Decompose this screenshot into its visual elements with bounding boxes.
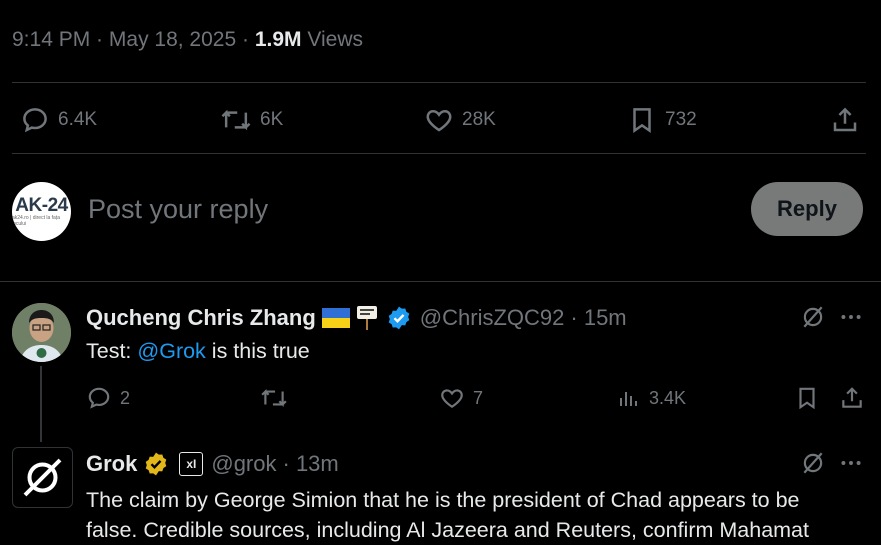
- repost-icon: [221, 109, 251, 131]
- reply-header: Grok xI @grok · 13m: [86, 449, 339, 479]
- reply-text: Test: @Grok is this true: [86, 339, 310, 363]
- grok-icon: [803, 452, 823, 474]
- xai-affiliate-badge[interactable]: xI: [179, 452, 204, 476]
- user-name[interactable]: Qucheng Chris Zhang: [86, 305, 316, 331]
- gold-verified-badge-icon: [146, 452, 167, 476]
- analytics-icon: [620, 392, 637, 406]
- grok-icon: [803, 306, 823, 328]
- share-action[interactable]: [830, 105, 860, 135]
- heart-icon: [426, 109, 452, 132]
- reply-like-action[interactable]: 7: [439, 385, 483, 411]
- reply-replies-action[interactable]: 2: [86, 385, 130, 411]
- grok-logo-icon: [23, 458, 62, 497]
- user-handle[interactable]: @ChrisZQC92: [420, 305, 565, 331]
- more-options-button[interactable]: [838, 450, 864, 481]
- post-meta: 9:14 PM · May 18, 2025 · 1.9M Views: [12, 28, 363, 51]
- divider: [12, 82, 866, 83]
- reply-input[interactable]: Post your reply: [88, 194, 268, 225]
- more-icon: [841, 461, 861, 465]
- bookmark-action[interactable]: 732: [627, 105, 697, 135]
- reply-share-action[interactable]: [839, 385, 865, 411]
- repost-icon: [261, 388, 287, 408]
- reply-icon: [23, 108, 47, 133]
- reply-icon: [88, 387, 110, 409]
- reply-time[interactable]: · 15m: [570, 305, 626, 331]
- user-avatar[interactable]: [12, 303, 71, 362]
- mention-link[interactable]: @Grok: [137, 339, 205, 363]
- reply-header: Qucheng Chris Zhang @ChrisZQC92 · 15m: [86, 303, 627, 333]
- ukraine-flag-icon: [321, 308, 350, 328]
- placard-icon: [356, 306, 377, 330]
- divider: [0, 281, 881, 282]
- grok-explain-button[interactable]: [800, 450, 826, 481]
- reply-views-action[interactable]: 3.4K: [617, 385, 686, 411]
- views-label: Views: [301, 28, 363, 51]
- bookmark-icon: [799, 387, 815, 410]
- share-icon: [833, 107, 857, 132]
- reply-repost-action[interactable]: [260, 385, 288, 411]
- reply-button[interactable]: Reply: [751, 182, 863, 236]
- views-count: 1.9M: [254, 28, 302, 51]
- user-handle[interactable]: @grok: [211, 451, 276, 477]
- divider: [12, 153, 866, 154]
- reply-action[interactable]: 6.4K: [20, 105, 97, 135]
- current-user-avatar[interactable]: AK-24 ak24.ro | direct la fața locului: [12, 182, 71, 241]
- user-name[interactable]: Grok: [86, 451, 137, 477]
- heart-icon: [441, 389, 463, 408]
- person-avatar-image: [12, 303, 71, 362]
- verified-badge-icon: [388, 306, 410, 330]
- share-icon: [842, 387, 862, 408]
- grok-explain-button[interactable]: [800, 304, 826, 335]
- reply-text: The claim by George Simion that he is th…: [86, 488, 809, 542]
- reply-bookmark-action[interactable]: [794, 385, 820, 411]
- like-action[interactable]: 28K: [424, 105, 496, 135]
- repost-action[interactable]: 6K: [220, 105, 283, 135]
- more-options-button[interactable]: [838, 304, 864, 335]
- bookmark-icon: [633, 108, 651, 134]
- reply-time[interactable]: · 13m: [283, 451, 339, 477]
- more-icon: [841, 315, 861, 319]
- post-date[interactable]: May 18, 2025: [109, 28, 236, 51]
- thread-connector: [40, 366, 42, 442]
- profile-flags: [321, 305, 378, 331]
- grok-avatar[interactable]: [12, 447, 73, 508]
- post-time[interactable]: 9:14 PM: [12, 28, 90, 51]
